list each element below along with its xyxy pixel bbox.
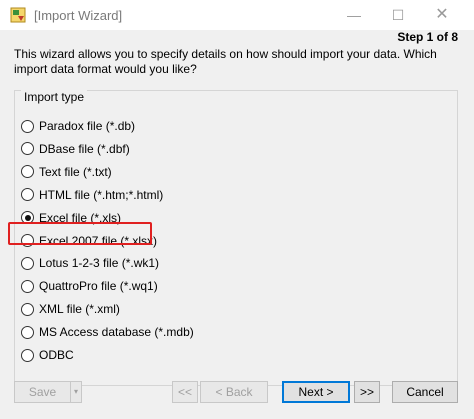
minimize-button[interactable]: — <box>340 4 368 26</box>
step-indicator: Step 1 of 8 <box>397 30 458 44</box>
radio-button[interactable] <box>21 325 34 339</box>
import-type-option[interactable]: Text file (*.txt) <box>21 162 321 182</box>
import-type-label: Import type <box>21 90 88 104</box>
import-type-option[interactable]: DBase file (*.dbf) <box>21 139 321 159</box>
maximize-button[interactable]: ☐ <box>384 4 412 26</box>
radio-label: Lotus 1-2-3 file (*.wk1) <box>39 256 160 271</box>
save-button[interactable]: Save <box>14 381 70 403</box>
radio-label: MS Access database (*.mdb) <box>39 325 194 340</box>
radio-button[interactable] <box>21 142 34 156</box>
radio-button[interactable] <box>21 279 34 293</box>
radio-button[interactable] <box>21 119 34 133</box>
radio-label: XML file (*.xml) <box>39 302 120 317</box>
radio-button[interactable] <box>21 302 34 316</box>
first-step-button[interactable]: << <box>172 381 198 403</box>
import-type-option[interactable]: Lotus 1-2-3 file (*.wk1) <box>21 253 321 273</box>
window-title: [Import Wizard] <box>34 8 123 23</box>
title-bar: [Import Wizard] — ☐ ✕ <box>0 0 474 30</box>
import-type-option[interactable]: QuattroPro file (*.wq1) <box>21 276 321 296</box>
radio-label: DBase file (*.dbf) <box>39 141 130 156</box>
save-dropdown-button[interactable]: ▾ <box>70 381 82 403</box>
next-button[interactable]: Next > <box>282 381 350 403</box>
back-button[interactable]: < Back <box>200 381 268 403</box>
radio-button[interactable] <box>21 256 34 270</box>
highlight-box <box>8 222 152 245</box>
import-type-option[interactable]: XML file (*.xml) <box>21 299 321 319</box>
import-type-option[interactable]: HTML file (*.htm;*.html) <box>21 185 321 205</box>
wizard-content: Step 1 of 8 This wizard allows you to sp… <box>0 30 474 419</box>
last-step-button[interactable]: >> <box>354 381 380 403</box>
radio-button[interactable] <box>21 188 34 202</box>
radio-label: HTML file (*.htm;*.html) <box>39 187 164 202</box>
radio-label: Text file (*.txt) <box>39 164 112 179</box>
radio-label: QuattroPro file (*.wq1) <box>39 279 158 294</box>
import-wizard-icon <box>10 7 26 23</box>
import-type-option[interactable]: ODBC <box>21 345 321 365</box>
radio-button[interactable] <box>21 348 34 362</box>
intro-text: This wizard allows you to specify detail… <box>14 47 437 76</box>
radio-button[interactable] <box>21 165 34 179</box>
radio-label: Paradox file (*.db) <box>39 119 136 133</box>
cancel-button[interactable]: Cancel <box>392 381 458 403</box>
close-button[interactable]: ✕ <box>428 4 456 26</box>
import-type-option[interactable]: MS Access database (*.mdb) <box>21 322 321 342</box>
radio-label: ODBC <box>39 348 74 362</box>
import-type-option[interactable]: Paradox file (*.db) <box>21 116 321 136</box>
